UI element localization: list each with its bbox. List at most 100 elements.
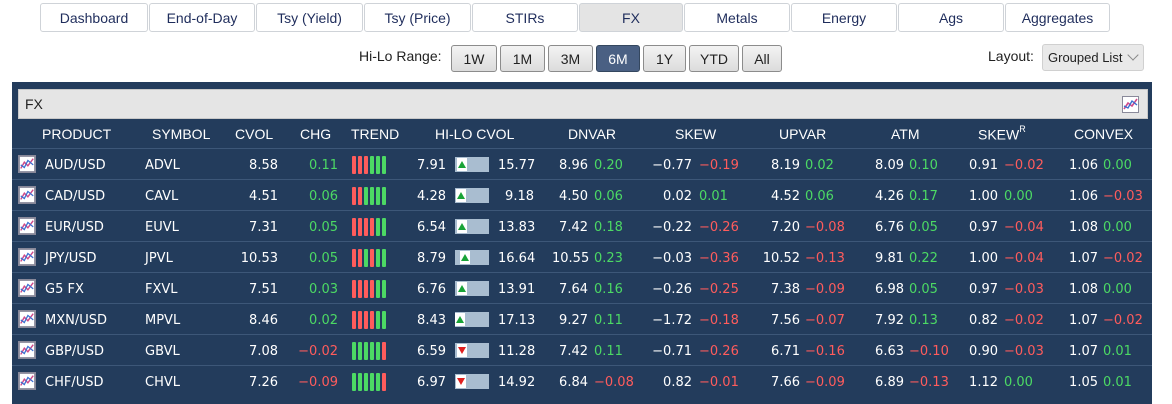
- trend-bar: [370, 249, 374, 267]
- trend-bars: [352, 249, 386, 267]
- atm-change: 0.05: [909, 220, 938, 235]
- tab-ags[interactable]: Ags: [898, 3, 1004, 32]
- table-row[interactable]: JPY/USD JPVL 10.53 0.05 8.79 16.64 10.55 0.23 −0…: [12, 241, 1152, 272]
- atm-change: 0.05: [909, 282, 938, 297]
- range-button-ytd[interactable]: YTD: [689, 45, 739, 72]
- table-row[interactable]: CHF/USD CHVL 7.26 −0.09 6.97 14.92 6.84 −0.08 0.…: [12, 365, 1152, 396]
- cvol-value: 10.53: [240, 251, 278, 266]
- table-row[interactable]: AUD/USD ADVL 8.58 0.11 7.91 15.77 8.96 0.20 −0.7…: [12, 148, 1152, 179]
- col-skew[interactable]: SKEW: [675, 126, 716, 142]
- tab-metals[interactable]: Metals: [684, 3, 790, 32]
- skew-change: −0.26: [699, 344, 739, 359]
- col-skew-r[interactable]: SKEWR: [978, 124, 1026, 143]
- trend-bar: [382, 373, 386, 391]
- chart-icon[interactable]: [18, 279, 36, 297]
- col-trend[interactable]: TREND: [351, 126, 399, 142]
- tab-end-of-day[interactable]: End-of-Day: [149, 3, 255, 32]
- range-button-1y[interactable]: 1Y: [643, 45, 686, 72]
- tab-tsy-price[interactable]: Tsy (Price): [364, 3, 471, 32]
- hilo-range-bar: [455, 250, 489, 265]
- convex-change: 0.00: [1103, 158, 1132, 173]
- tab-fx[interactable]: FX: [579, 3, 683, 32]
- chart-icon[interactable]: [1122, 96, 1139, 113]
- chg-value: 0.05: [309, 220, 338, 235]
- atm-value: 9.81: [875, 251, 904, 266]
- table-row[interactable]: CAD/USD CAVL 4.51 0.06 4.28 9.18 4.50 0.06 0.02 0…: [12, 179, 1152, 210]
- atm-change: 0.17: [909, 189, 938, 204]
- tab-aggregates[interactable]: Aggregates: [1005, 3, 1110, 32]
- chart-icon[interactable]: [18, 217, 36, 235]
- trend-bar: [382, 249, 386, 267]
- table-row[interactable]: MXN/USD MPVL 8.46 0.02 8.43 17.13 9.27 0.11 −1.7…: [12, 303, 1152, 334]
- tab-stirs[interactable]: STIRs: [472, 3, 578, 32]
- upvar-value: 7.38: [771, 282, 800, 297]
- range-button-1w[interactable]: 1W: [451, 45, 497, 72]
- hilo-range-label: Hi-Lo Range:: [359, 48, 442, 64]
- chg-value: −0.09: [298, 375, 338, 390]
- col-atm[interactable]: ATM: [891, 126, 920, 142]
- chart-icon[interactable]: [18, 186, 36, 204]
- trend-bar: [358, 280, 362, 298]
- tab-dashboard[interactable]: Dashboard: [40, 3, 148, 32]
- col-dnvar[interactable]: DNVAR: [568, 126, 616, 142]
- atm-change: 0.10: [909, 158, 938, 173]
- range-button-6m[interactable]: 6M: [596, 45, 640, 72]
- col-chg[interactable]: CHG: [300, 126, 331, 142]
- atm-change: −0.10: [909, 344, 949, 359]
- product-name: G5 FX: [45, 282, 84, 297]
- trend-bar: [364, 342, 368, 360]
- col-upvar[interactable]: UPVAR: [779, 126, 826, 142]
- convex-value: 1.07: [1069, 344, 1098, 359]
- up-arrow-icon: [460, 251, 470, 264]
- symbol: ADVL: [145, 158, 180, 173]
- upvar-value: 7.66: [771, 375, 800, 390]
- skew-value: −0.26: [652, 282, 692, 297]
- col-convex[interactable]: CONVEX: [1074, 126, 1133, 142]
- triangle-icon: [457, 192, 465, 199]
- hilo-high: 16.64: [498, 251, 536, 266]
- trend-bar: [370, 342, 374, 360]
- cvol-value: 4.51: [249, 189, 278, 204]
- hilo-high: 11.28: [498, 344, 536, 359]
- convex-value: 1.06: [1069, 158, 1098, 173]
- skew-change: −0.36: [699, 251, 739, 266]
- chart-icon[interactable]: [18, 248, 36, 266]
- trend-bar: [376, 280, 380, 298]
- skew-value: 0.82: [663, 375, 692, 390]
- chevron-down-icon: [1127, 49, 1139, 61]
- upvar-value: 8.19: [771, 158, 800, 173]
- skew-value: −1.72: [652, 313, 692, 328]
- range-button-1m[interactable]: 1M: [500, 45, 545, 72]
- col-symbol[interactable]: SYMBOL: [152, 126, 210, 142]
- skew-r-change: −0.04: [1004, 251, 1044, 266]
- trend-bar: [376, 218, 380, 236]
- chart-icon[interactable]: [18, 310, 36, 328]
- col-cvol[interactable]: CVOL: [235, 126, 273, 142]
- table-row[interactable]: GBP/USD GBVL 7.08 −0.02 6.59 11.28 7.42 0.11 −0.…: [12, 334, 1152, 365]
- col-hilo-cvol[interactable]: HI-LO CVOL: [435, 126, 514, 142]
- range-button-3m[interactable]: 3M: [548, 45, 593, 72]
- dnvar-value: 7.64: [559, 282, 588, 297]
- range-button-all[interactable]: All: [742, 45, 782, 72]
- dnvar-change: 0.11: [594, 313, 623, 328]
- up-arrow-icon: [457, 220, 467, 233]
- table-row[interactable]: EUR/USD EUVL 7.31 0.05 6.54 13.83 7.42 0.18 −0.2…: [12, 210, 1152, 241]
- hilo-range-group: 1W 1M 3M 6M 1Y YTD All: [451, 45, 785, 72]
- upvar-value: 4.52: [771, 189, 800, 204]
- convex-value: 1.07: [1069, 251, 1098, 266]
- layout-select[interactable]: Grouped List: [1042, 44, 1144, 71]
- tab-energy[interactable]: Energy: [791, 3, 897, 32]
- table-row[interactable]: G5 FX FXVL 7.51 0.03 6.76 13.91 7.64 0.16 −0.26−…: [12, 272, 1152, 303]
- skew-value: −0.71: [652, 344, 692, 359]
- skew-r-value: 0.97: [969, 282, 998, 297]
- hilo-range-bar: [455, 312, 489, 327]
- trend-bar: [370, 373, 374, 391]
- chart-icon[interactable]: [18, 372, 36, 390]
- chart-icon[interactable]: [18, 341, 36, 359]
- hilo-high: 9.18: [505, 189, 534, 204]
- tab-tsy-yield[interactable]: Tsy (Yield): [256, 3, 363, 32]
- col-product[interactable]: PRODUCT: [42, 126, 111, 142]
- atm-value: 6.89: [875, 375, 904, 390]
- chart-icon[interactable]: [18, 155, 36, 173]
- dnvar-change: 0.06: [594, 189, 623, 204]
